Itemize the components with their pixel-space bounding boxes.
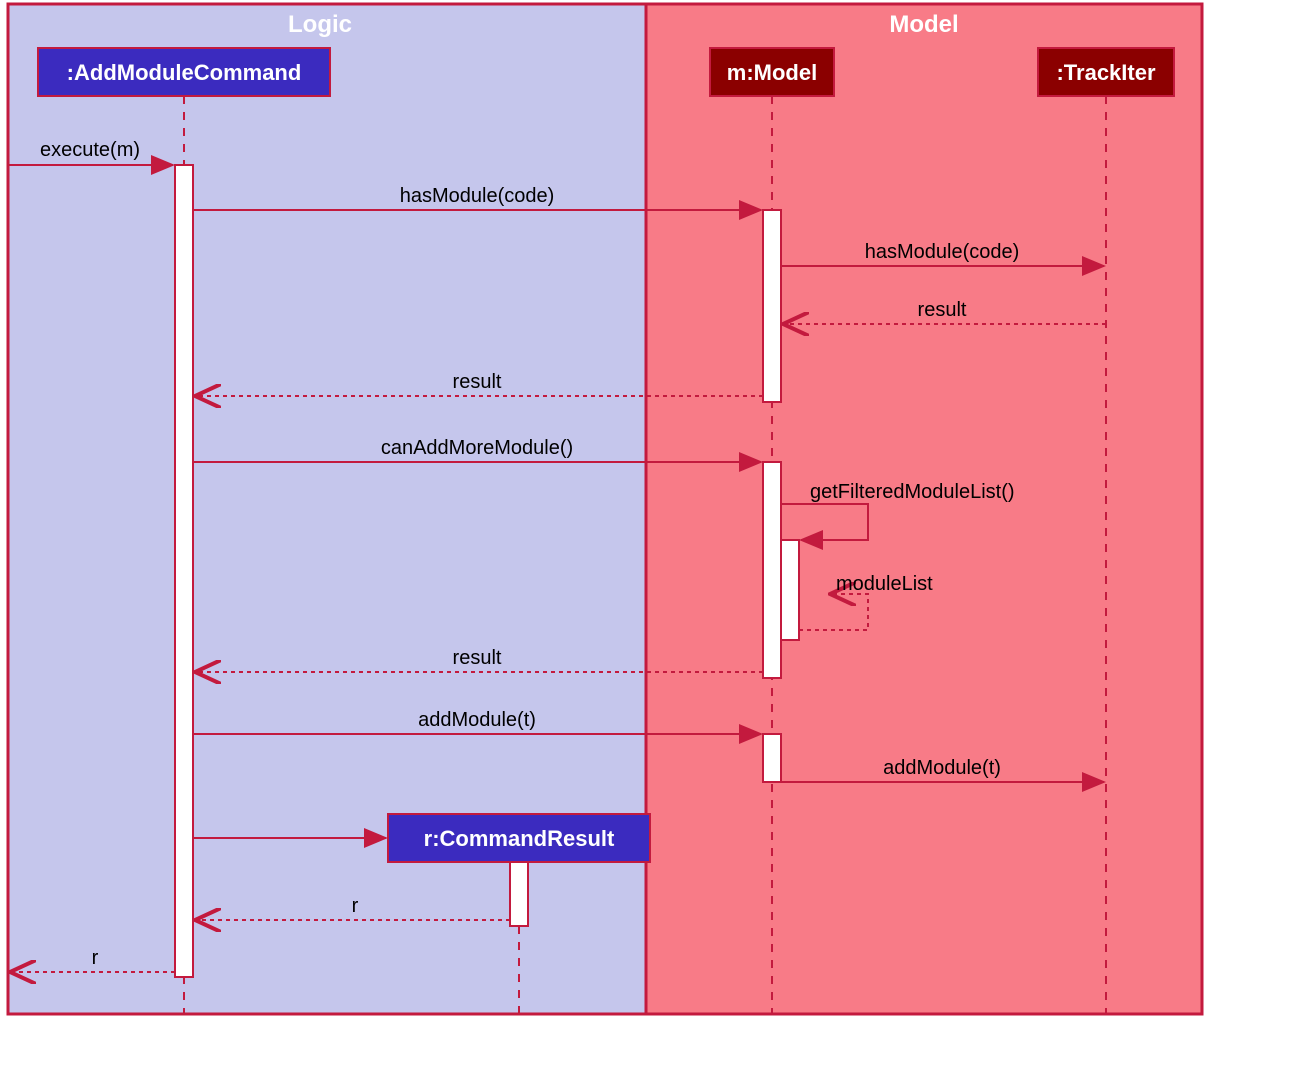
msg-addmodule2-label: addModule(t) (883, 757, 1001, 779)
msg-result1-label: result (918, 299, 967, 321)
msg-result3-label: result (453, 647, 502, 669)
add-module-command-label: :AddModuleCommand (67, 60, 302, 85)
sequence-diagram: Logic Model :AddModuleCommand r:CommandR… (0, 0, 1302, 1073)
model-region (646, 4, 1202, 1014)
msg-modulelist-label: moduleList (836, 573, 933, 595)
msg-return-r1-label: r (352, 895, 359, 917)
model-region-label: Model (889, 11, 958, 38)
activation-model-2 (763, 462, 781, 678)
msg-canaddmore-label: canAddMoreModule() (381, 437, 573, 459)
activation-model-2b (781, 540, 799, 640)
logic-region-label: Logic (288, 11, 352, 38)
msg-execute-label: execute(m) (40, 139, 140, 161)
msg-result2-label: result (453, 371, 502, 393)
msg-addmodule1-label: addModule(t) (418, 709, 536, 731)
msg-hasmodule1-label: hasModule(code) (400, 185, 555, 207)
activation-addmodulecommand (175, 165, 193, 977)
msg-return-r2-label: r (92, 947, 99, 969)
activation-model-1 (763, 210, 781, 402)
model-label: m:Model (727, 60, 817, 85)
activation-commandresult (510, 862, 528, 926)
msg-getfiltered-label: getFilteredModuleList() (810, 481, 1015, 503)
command-result-label: r:CommandResult (424, 826, 615, 851)
activation-model-3 (763, 734, 781, 782)
trackiter-label: :TrackIter (1056, 60, 1155, 85)
msg-hasmodule2-label: hasModule(code) (865, 241, 1020, 263)
